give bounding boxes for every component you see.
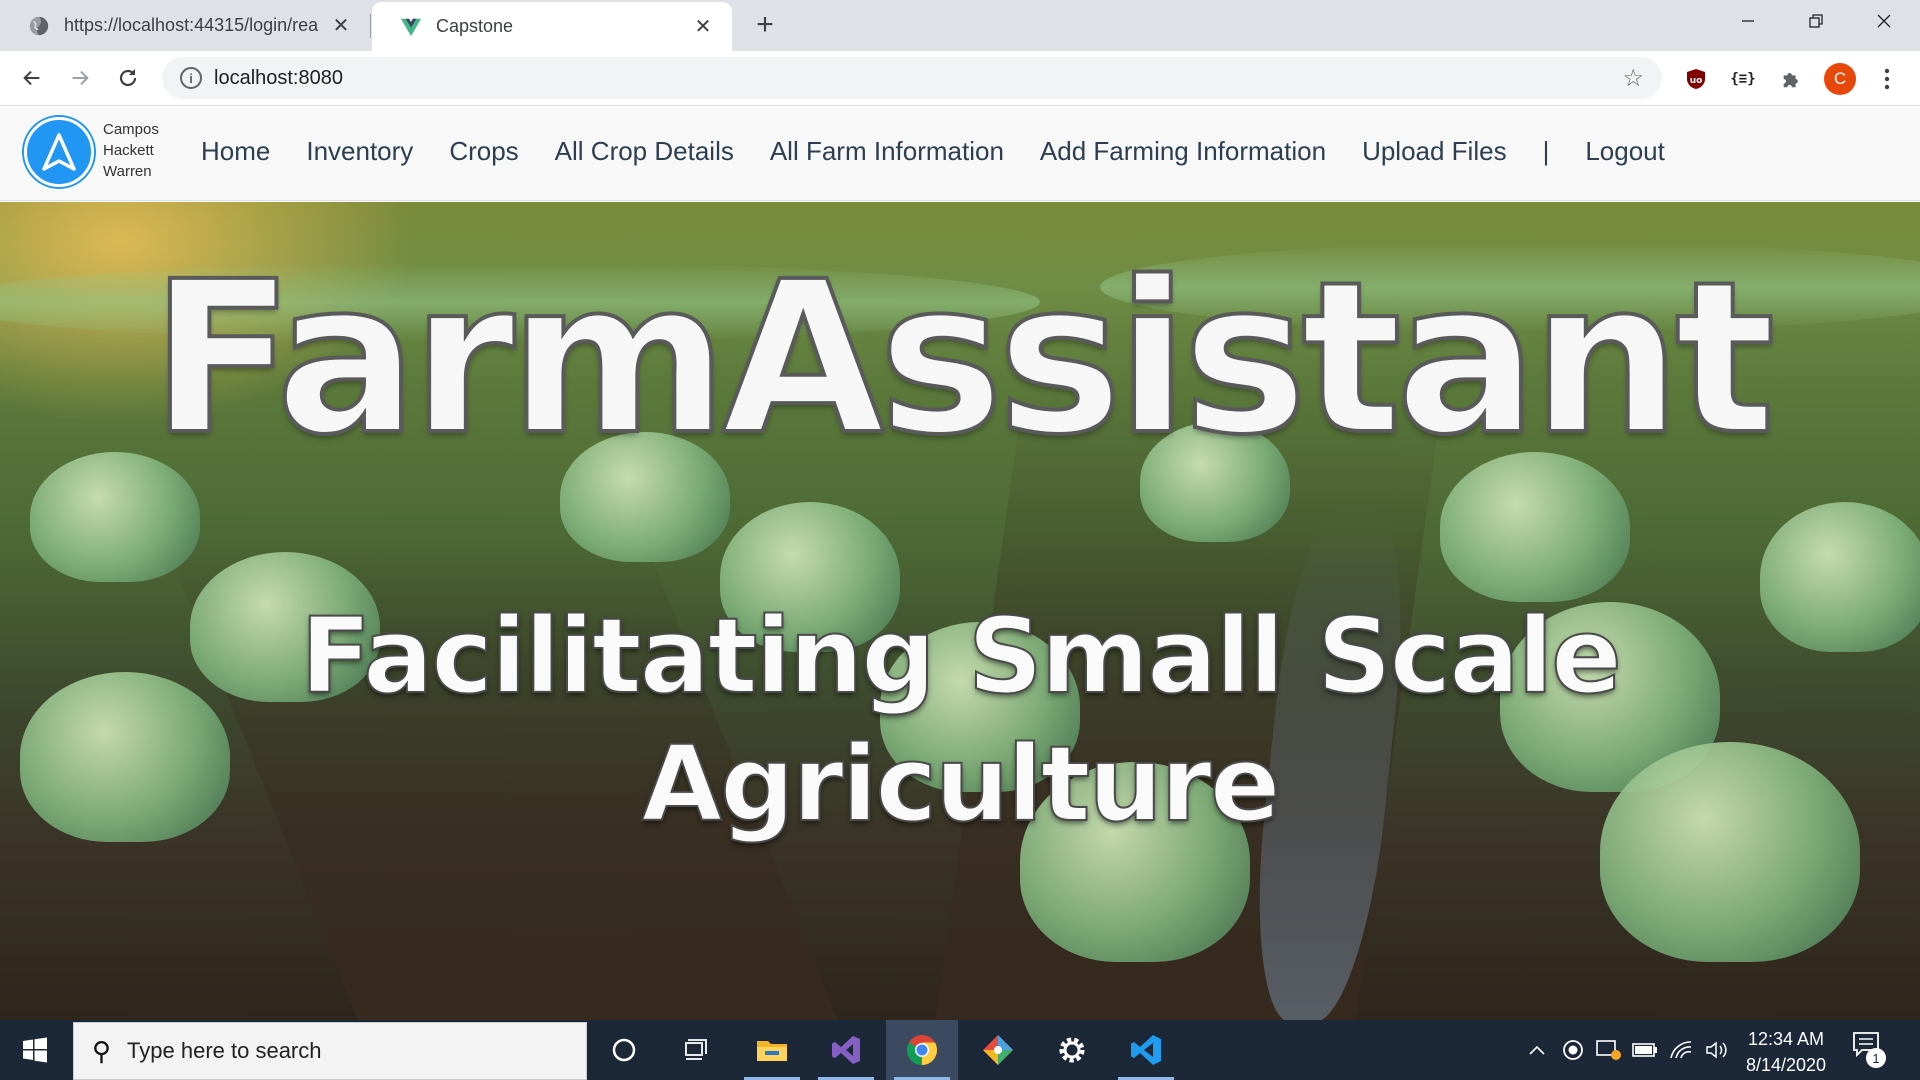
notification-center-icon[interactable]: 1 (1852, 1030, 1892, 1070)
tray-chevron-up-icon[interactable] (1520, 1020, 1554, 1080)
brand-names: Campos Hackett Warren (103, 119, 159, 182)
settings-icon[interactable] (1036, 1020, 1108, 1080)
clock-time: 12:34 AM (1747, 1029, 1825, 1049)
windows-start-icon[interactable] (0, 1020, 70, 1080)
puzzle-icon[interactable] (1776, 64, 1806, 94)
cabbage-leaf (20, 672, 230, 842)
tab-divider (370, 14, 371, 38)
restore-icon[interactable] (1782, 0, 1850, 42)
git-tool-icon[interactable] (962, 1020, 1034, 1080)
search-icon: ⚲ (92, 1035, 112, 1066)
info-icon[interactable]: i (180, 67, 202, 89)
nav-link-add-farming-information[interactable]: Add Farming Information (1040, 136, 1326, 167)
nav-link-logout[interactable]: Logout (1585, 136, 1665, 167)
nav-link-home[interactable]: Home (201, 136, 270, 167)
hero-subtitle: Facilitating Small Scale Agriculture (299, 594, 1623, 846)
network-alert-icon[interactable] (1592, 1020, 1626, 1080)
profile-initial: C (1833, 69, 1847, 88)
tab-title: Capstone (436, 16, 514, 36)
chrome-menu-icon[interactable] (1872, 64, 1902, 94)
tab-title: https://localhost:44315/login/rea (64, 15, 319, 35)
windows-taskbar: ⚲ Type here to search 12:34 AM 8/14/2020… (0, 1020, 1920, 1080)
brand-name-1: Campos (103, 121, 159, 138)
arrow-logo-icon (42, 133, 76, 171)
minimize-icon[interactable] (1714, 0, 1782, 42)
nav-link-all-crop-details[interactable]: All Crop Details (555, 136, 734, 167)
address-bar[interactable]: i localhost:8080 ☆ (162, 57, 1662, 99)
close-tab-icon[interactable]: ✕ (692, 16, 714, 38)
search-placeholder: Type here to search (127, 1038, 322, 1063)
nav-link-all-farm-information[interactable]: All Farm Information (770, 136, 1004, 167)
notification-count-badge: 1 (1866, 1048, 1886, 1068)
brand-name-2: Hackett (103, 142, 154, 159)
hero-banner: FarmAssistant Facilitating Small Scale A… (0, 202, 1920, 1020)
tab-localhost-login[interactable]: https://localhost:44315/login/rea ✕ (0, 0, 370, 51)
ublock-icon[interactable]: uo (1681, 64, 1711, 94)
site-logo[interactable] (24, 117, 94, 187)
nav-link-inventory[interactable]: Inventory (306, 136, 413, 167)
nav-link-upload-files[interactable]: Upload Files (1362, 136, 1507, 167)
address-url: localhost:8080 (214, 66, 343, 89)
svg-text:uo: uo (1690, 76, 1703, 86)
back-arrow-icon[interactable] (14, 60, 50, 96)
cabbage-leaf (1760, 502, 1920, 652)
file-explorer-icon[interactable] (736, 1020, 808, 1080)
nav-menu: Home Inventory Crops All Crop Details Al… (201, 131, 1701, 171)
json-viewer-icon[interactable]: {≡} (1728, 64, 1758, 94)
forward-arrow-icon[interactable] (62, 60, 98, 96)
close-tab-icon[interactable]: ✕ (330, 15, 352, 37)
brand-name-3: Warren (103, 163, 152, 180)
taskbar-clock[interactable]: 12:34 AM 8/14/2020 (1726, 1026, 1846, 1078)
chrome-icon[interactable] (886, 1020, 958, 1080)
profile-avatar[interactable]: C (1824, 63, 1856, 95)
nav-separator: | (1542, 135, 1550, 166)
globe-icon (29, 16, 49, 35)
task-view-icon[interactable] (660, 1020, 732, 1080)
battery-icon[interactable] (1628, 1020, 1662, 1080)
clock-date: 8/14/2020 (1745, 1055, 1827, 1075)
site-navbar: Campos Hackett Warren Home Inventory Cro… (0, 107, 1920, 201)
browser-toolbar: i localhost:8080 ☆ uo {≡} C (0, 51, 1920, 106)
hero-title: FarmAssistant (149, 234, 1778, 483)
taskbar-search-box[interactable]: ⚲ Type here to search (73, 1022, 587, 1080)
close-icon[interactable] (1850, 0, 1918, 42)
visual-studio-icon[interactable] (810, 1020, 882, 1080)
plus-icon[interactable]: + (748, 8, 782, 42)
reload-icon[interactable] (110, 60, 146, 96)
wifi-icon[interactable] (1664, 1020, 1698, 1080)
record-icon[interactable] (1556, 1020, 1590, 1080)
nav-link-crops[interactable]: Crops (449, 136, 518, 167)
tab-capstone[interactable]: Capstone ✕ (372, 2, 732, 51)
cortana-icon[interactable] (588, 1020, 660, 1080)
browser-tab-strip: https://localhost:44315/login/rea ✕ Caps… (0, 0, 1920, 51)
vscode-icon[interactable] (1110, 1020, 1182, 1080)
vue-logo-icon (400, 18, 422, 36)
bookmark-star-icon[interactable]: ☆ (1622, 64, 1644, 93)
